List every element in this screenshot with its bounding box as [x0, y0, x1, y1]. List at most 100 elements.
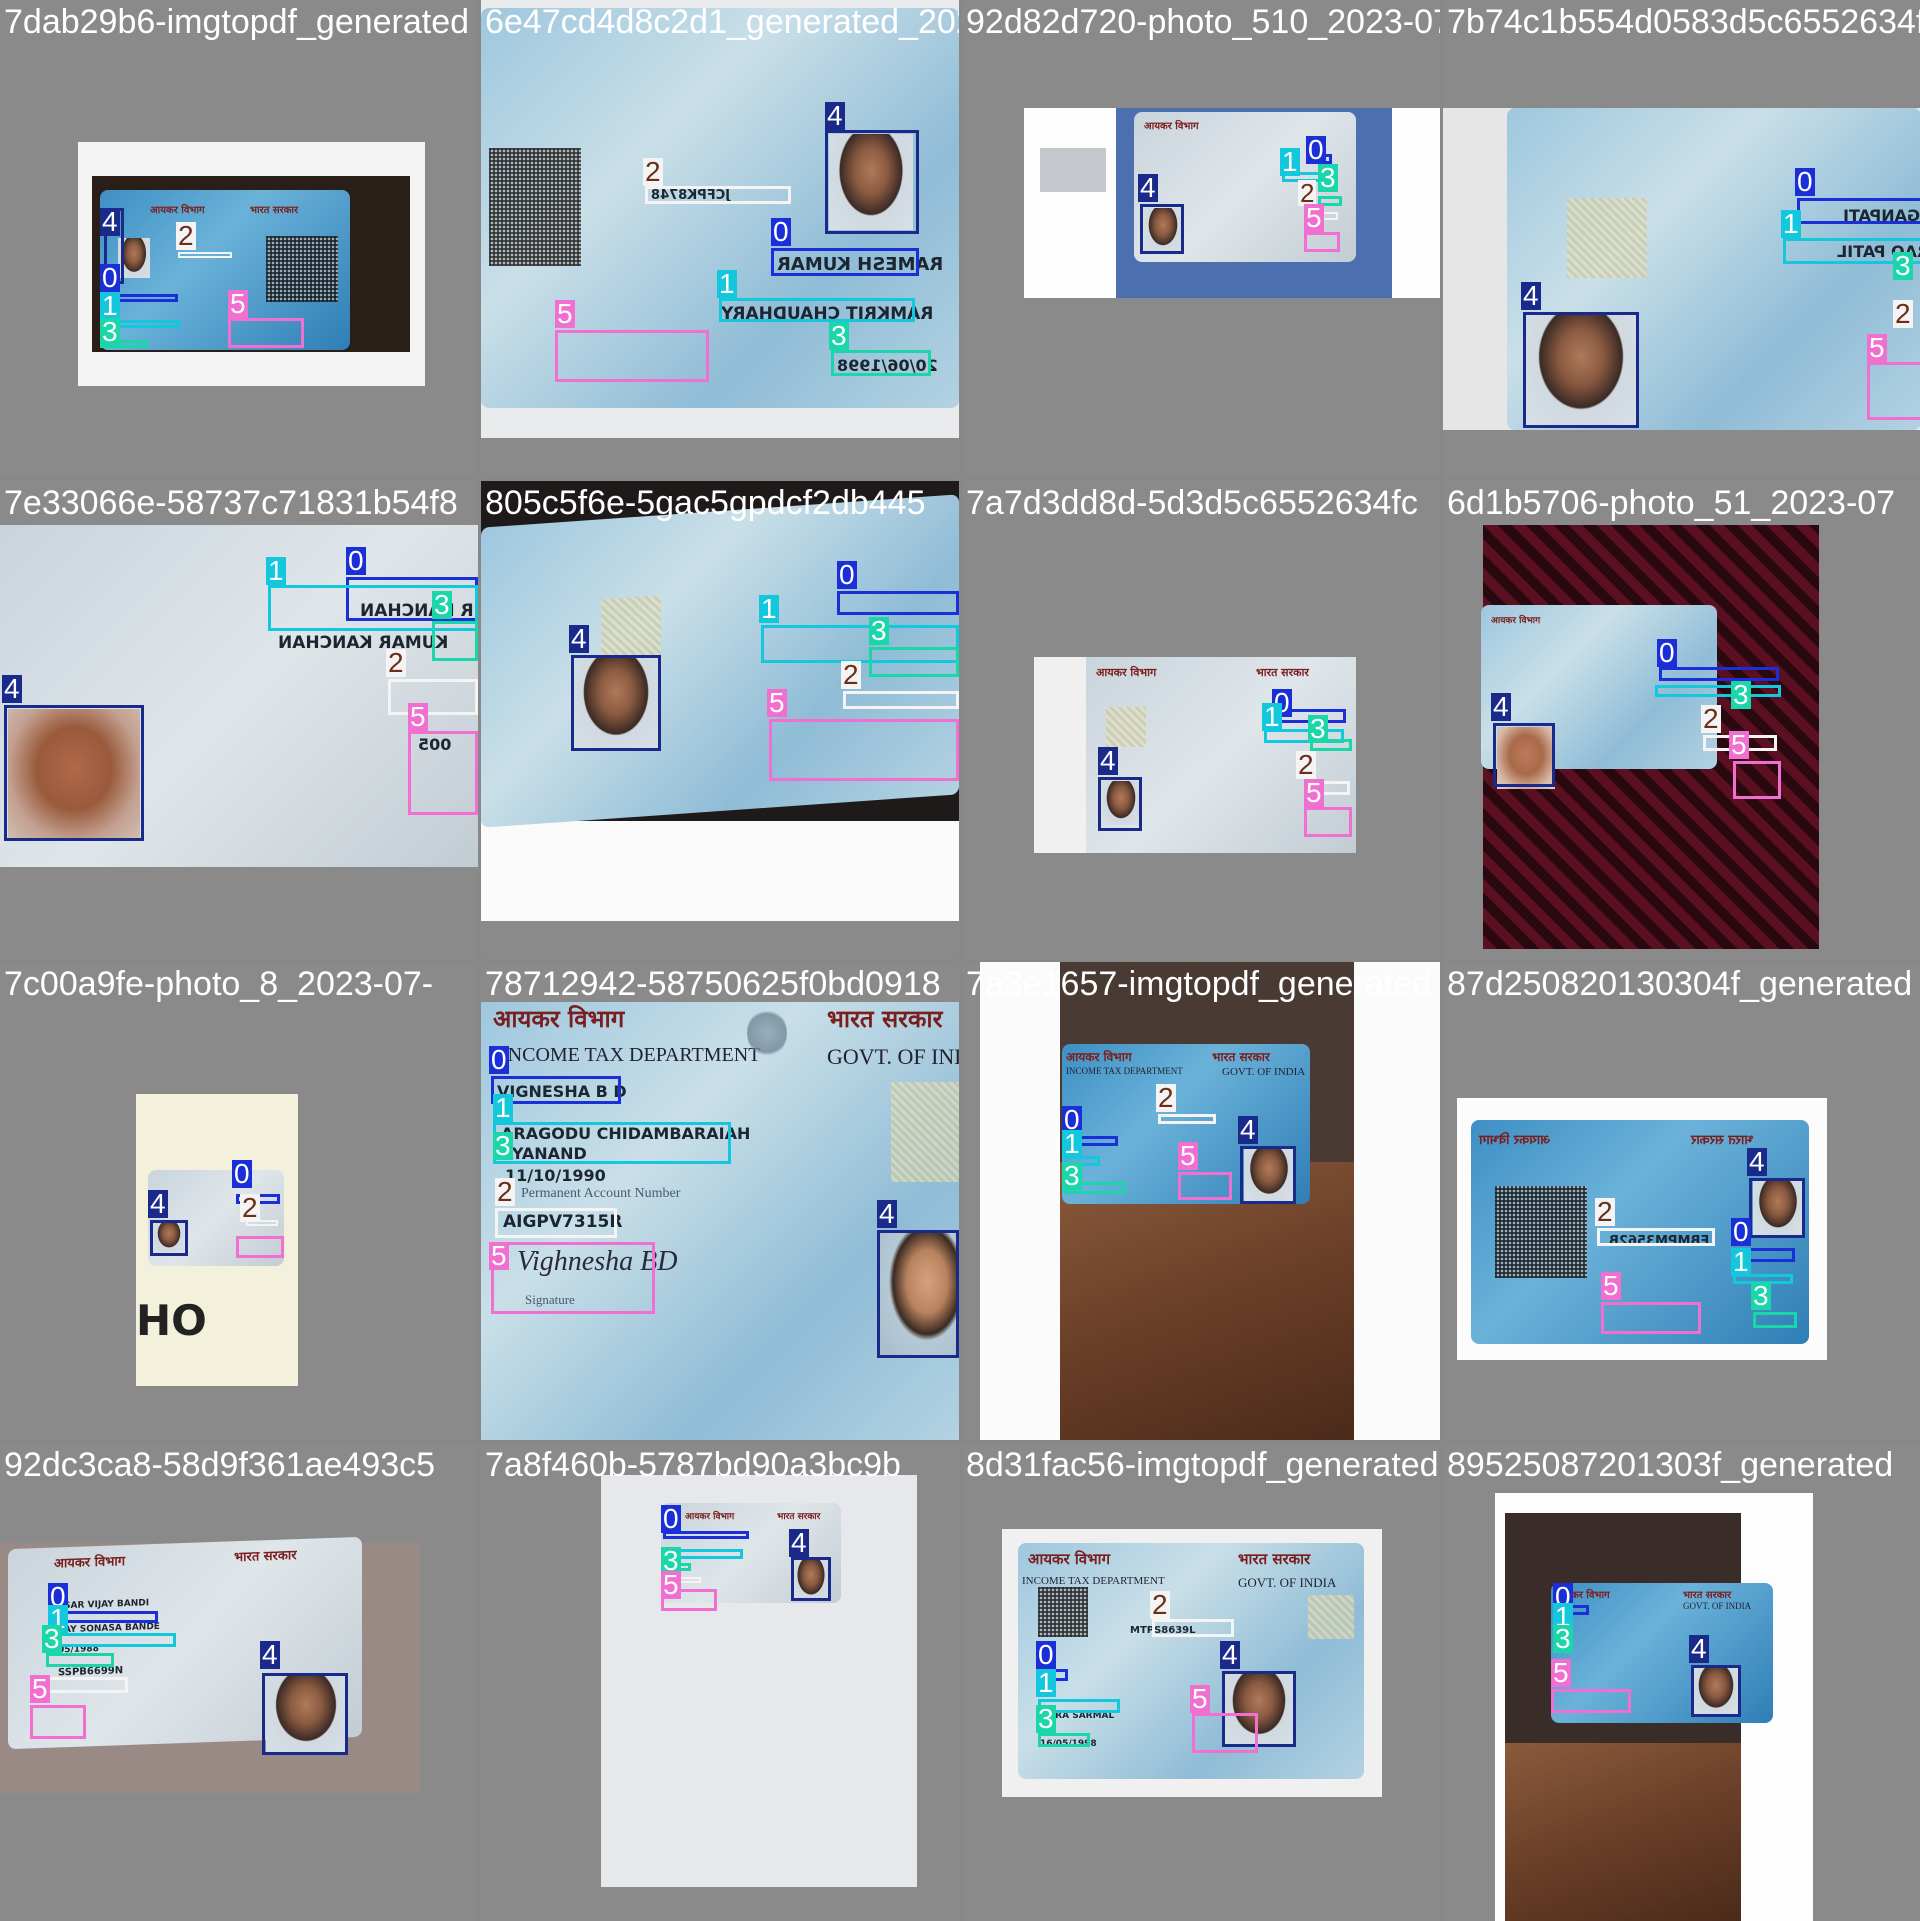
bbox-label-5: 5 — [767, 687, 787, 718]
card-hindi-left: आयकर विभाग — [1096, 666, 1157, 679]
card-hindi-right: भारत सरकार — [1683, 1590, 1732, 1601]
card-govt: GOVT. OF INDIA — [827, 1044, 959, 1069]
bbox-label-1: 1 — [493, 1092, 513, 1123]
bbox-label-5: 5 — [228, 288, 248, 319]
bbox-2 — [1597, 1228, 1715, 1246]
tile-8: आयकर विभाग 6d1b5706-photo_51_2023-07 4 0… — [1443, 481, 1920, 959]
bbox-label-4: 4 — [1098, 745, 1118, 776]
tile-3: 92d82d720-photo_510_2023-07 आयकर विभाग 4… — [962, 0, 1440, 478]
hand — [1505, 1743, 1741, 1921]
bbox-label-3: 3 — [1036, 1703, 1056, 1734]
qr-code — [266, 236, 338, 302]
bbox-label-2: 2 — [643, 156, 663, 187]
bbox-label-2: 2 — [1893, 298, 1913, 329]
bbox-label-2: 2 — [495, 1176, 515, 1207]
tile-title: 7dab29b6-imgtopdf_generated — [4, 3, 470, 41]
bbox-label-4: 4 — [260, 1639, 280, 1670]
bbox-label-2: 2 — [1701, 703, 1721, 734]
card-dept: INCOME TAX DEPARTMENT — [1022, 1575, 1165, 1587]
card-dept: INCOME TAX DEPARTMENT — [1066, 1066, 1183, 1076]
hologram — [1106, 707, 1146, 747]
bbox-5 — [555, 330, 709, 382]
bbox-2 — [42, 1677, 128, 1693]
bbox-label-0: 0 — [346, 545, 366, 576]
bbox-label-5: 5 — [1304, 202, 1324, 233]
bbox-5 — [1178, 1172, 1232, 1200]
bbox-label-4: 4 — [1521, 280, 1541, 311]
tile-title: 7a8f460b-5787bd90a3bc9b — [485, 1446, 901, 1484]
card-dept: INCOME TAX DEPARTMENT — [501, 1044, 761, 1066]
bbox-label-4: 4 — [877, 1198, 897, 1229]
bbox-label-4: 4 — [148, 1188, 168, 1219]
card-hindi-right: भारत सरकार — [1238, 1550, 1311, 1568]
bbox-label-1: 1 — [1262, 701, 1282, 732]
bbox-label-5: 5 — [1551, 1657, 1571, 1688]
qr-code — [1038, 1587, 1088, 1637]
bbox-label-3: 3 — [829, 320, 849, 351]
bbox-label-5: 5 — [661, 1569, 681, 1600]
bbox-5 — [30, 1705, 86, 1739]
bbox-label-2: 2 — [386, 647, 406, 678]
tile-10: आयकर विभाग भारत सरकार INCOME TAX DEPARTM… — [481, 962, 959, 1440]
father-name: KUMAR KANCHAN — [278, 633, 449, 653]
bbox-5 — [1601, 1302, 1701, 1334]
bbox-5 — [1733, 761, 1781, 799]
tile-title: 8d31fac56-imgtopdf_generated — [966, 1446, 1439, 1484]
card-hindi-right: भारत सरकार — [827, 1004, 943, 1033]
card-hindi-left: आयकर विभाग — [54, 1554, 126, 1572]
card-govt: GOVT. OF INDIA — [1683, 1601, 1752, 1611]
bbox-label-3: 3 — [869, 615, 889, 646]
bbox-2 — [178, 252, 232, 258]
bbox-5 — [491, 1242, 655, 1314]
bbox-label-1: 1 — [1731, 1246, 1751, 1277]
bbox-1 — [1655, 685, 1781, 697]
tile-title: 6d1b5706-photo_51_2023-07 — [1447, 484, 1896, 522]
tile-title: 7a3e1657-imgtopdf_generated — [966, 965, 1432, 1003]
bbox-2 — [645, 186, 791, 204]
hologram — [1308, 1595, 1354, 1639]
card-hindi-right: भारत सरकार — [250, 205, 299, 216]
bbox-label-3: 3 — [42, 1623, 62, 1654]
bbox-4 — [1749, 1178, 1805, 1238]
bbox-label-2: 2 — [1156, 1082, 1176, 1113]
bbox-label-5: 5 — [1190, 1683, 1210, 1714]
bbox-2 — [1152, 1619, 1234, 1637]
bbox-label-3: 3 — [493, 1130, 513, 1161]
bbox-0 — [1659, 667, 1779, 681]
card-hindi-left: आयकर विभाग — [493, 1004, 625, 1033]
tile-6: 805c5f6e-5gac5gpdcf2db445 4 0 1 3 2 5 — [481, 481, 959, 959]
tile-5: UR KANCHAN KUMAR KANCHAN 005 7e33066e-58… — [0, 481, 478, 959]
bbox-4 — [1493, 723, 1555, 787]
card-hindi-right: भारत सरकार — [1212, 1050, 1270, 1064]
bbox-5 — [1867, 362, 1920, 420]
holder-name: SAR VIJAY BANDI — [64, 1598, 150, 1612]
hologram — [601, 595, 661, 660]
bbox-4 — [262, 1673, 348, 1755]
tile-7: 7a7d3dd8d-5d3d5c6552634fc आयकर विभाग भार… — [962, 481, 1440, 959]
hologram — [891, 1082, 959, 1182]
bbox-3 — [1038, 1733, 1090, 1747]
date-of-birth: 11/10/1990 — [505, 1166, 606, 1185]
bbox-label-3: 3 — [1553, 1623, 1573, 1654]
bbox-label-3: 3 — [432, 589, 452, 620]
bbox-label-5: 5 — [489, 1240, 509, 1271]
bbox-label-1: 1 — [1062, 1128, 1082, 1159]
tile-13: 92dc3ca8-58d9f361ae493c5 आयकर विभाग भारत… — [0, 1443, 478, 1921]
bbox-4 — [825, 130, 919, 234]
card-hindi-left: आयकर विभाग — [1144, 121, 1199, 132]
bbox-3 — [1753, 1312, 1797, 1328]
bbox-label-3: 3 — [1318, 162, 1338, 193]
bbox-label-5: 5 — [408, 701, 428, 732]
tile-2: JCFPK8748 RAMESH KUMAR RAMKRIT CHAUDHARY… — [481, 0, 959, 478]
bbox-4 — [1098, 777, 1142, 831]
bbox-label-0: 0 — [1657, 637, 1677, 668]
bbox-3 — [869, 647, 959, 677]
bbox-label-0: 0 — [489, 1044, 509, 1075]
bbox-label-1: 1 — [1036, 1667, 1056, 1698]
bbox-label-0: 0 — [771, 216, 791, 247]
tile-title: 7b74c1b554d0583d5c6552634fc — [1447, 3, 1920, 41]
bbox-label-5: 5 — [1729, 729, 1749, 760]
bbox-5 — [1304, 807, 1352, 837]
bbox-label-4: 4 — [1220, 1639, 1240, 1670]
bbox-0 — [1797, 198, 1920, 224]
